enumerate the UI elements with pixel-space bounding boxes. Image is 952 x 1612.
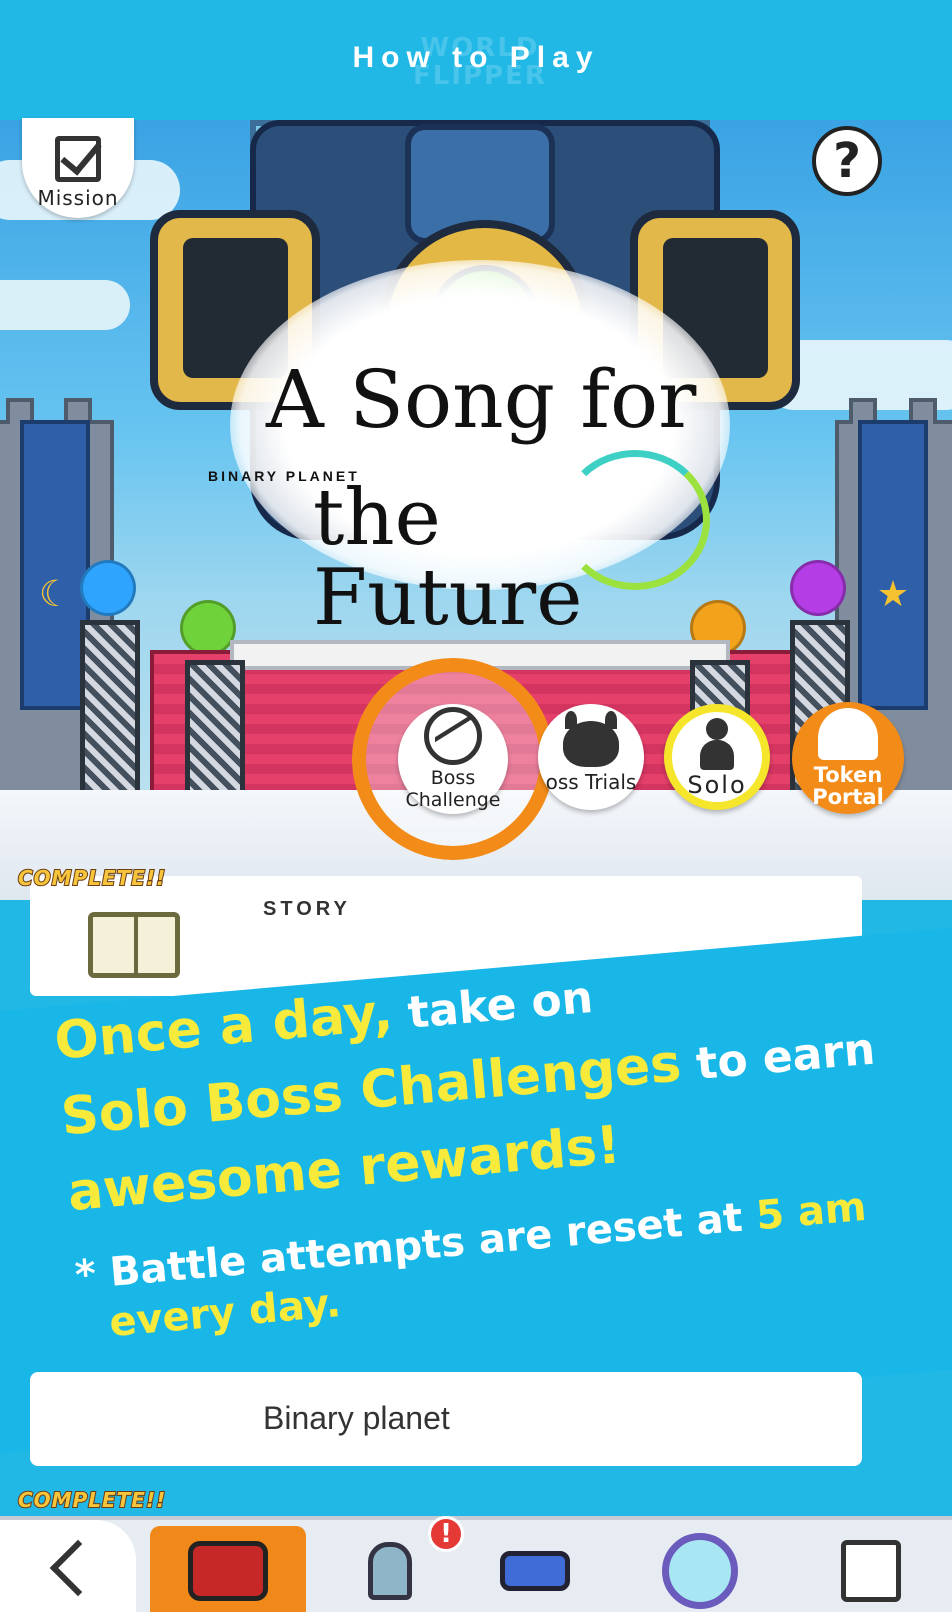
stage-orb-purple bbox=[790, 560, 846, 616]
solo-label: Solo bbox=[687, 771, 747, 799]
event-title-line1: A Song for bbox=[266, 353, 697, 446]
bottom-navigation bbox=[0, 1516, 952, 1612]
gacha-icon bbox=[662, 1533, 738, 1609]
event-title-line2: the Future bbox=[313, 473, 583, 643]
nav-party[interactable] bbox=[470, 1526, 600, 1612]
stage-orb-blue bbox=[80, 560, 136, 616]
story-list-item-title: Binary planet bbox=[263, 1400, 450, 1436]
question-mark-icon: ? bbox=[833, 133, 861, 189]
moon-emblem-icon: ☾ bbox=[38, 574, 72, 615]
boss-challenge-label-1: Boss bbox=[430, 767, 476, 789]
stage-orb-green bbox=[180, 600, 236, 656]
boss-challenge-button[interactable]: Boss Challenge bbox=[398, 704, 508, 814]
story-section-label: STORY bbox=[263, 898, 351, 920]
right-tower-banner: ★ bbox=[858, 420, 928, 710]
nav-menu[interactable] bbox=[796, 1526, 946, 1612]
back-button[interactable] bbox=[0, 1520, 136, 1612]
promo-text-segment: to earn bbox=[678, 1023, 878, 1092]
token-portal-label-1: Token bbox=[813, 763, 883, 787]
open-book-icon bbox=[88, 912, 180, 978]
nav-home[interactable] bbox=[150, 1526, 306, 1612]
checkbox-icon bbox=[55, 136, 101, 182]
boss-challenge-label-2: Challenge bbox=[405, 789, 501, 811]
help-button[interactable]: ? bbox=[812, 126, 882, 196]
star-emblem-icon: ★ bbox=[876, 574, 910, 615]
complete-badge: COMPLETE!! bbox=[17, 865, 167, 891]
boss-trials-button[interactable]: oss Trials bbox=[538, 704, 644, 810]
page-title: How to Play bbox=[352, 41, 600, 74]
solo-button[interactable]: Solo bbox=[664, 704, 770, 810]
character-icon bbox=[368, 1542, 412, 1600]
mission-label: Mission bbox=[37, 186, 119, 210]
token-portal-label-2: Portal bbox=[812, 785, 884, 809]
nav-gacha[interactable] bbox=[630, 1526, 770, 1612]
complete-badge: COMPLETE!! bbox=[17, 1487, 167, 1513]
promo-text-segment: take on bbox=[390, 971, 595, 1041]
home-icon bbox=[188, 1541, 268, 1601]
party-icon bbox=[500, 1551, 570, 1591]
sky-cloud bbox=[0, 280, 130, 330]
solo-knight-icon bbox=[690, 718, 744, 772]
token-pouch-icon bbox=[818, 708, 878, 760]
back-arrow-icon bbox=[49, 1539, 107, 1597]
menu-icon bbox=[841, 1540, 901, 1602]
alert-badge: ! bbox=[428, 1516, 464, 1552]
mission-button[interactable]: Mission bbox=[22, 118, 134, 218]
boss-trials-label: oss Trials bbox=[545, 770, 637, 794]
token-portal-button[interactable]: Token Portal bbox=[792, 702, 904, 814]
reset-time: 5 am bbox=[754, 1183, 869, 1240]
trend-graph-icon bbox=[424, 707, 482, 765]
header-bar: WORLD FLIPPER How to Play bbox=[0, 0, 952, 120]
demon-face-icon bbox=[563, 711, 619, 767]
